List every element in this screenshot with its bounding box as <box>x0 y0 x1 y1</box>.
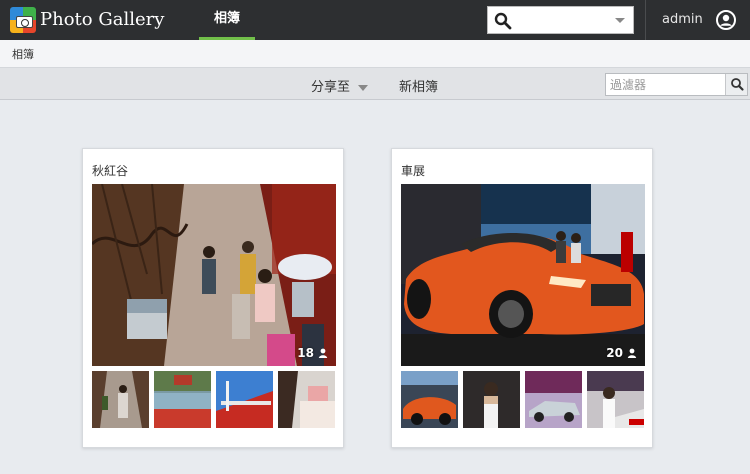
search-box[interactable] <box>487 6 634 34</box>
count-value: 18 <box>297 346 314 360</box>
filter-box[interactable] <box>605 73 748 96</box>
album-title[interactable]: 秋紅谷 <box>92 162 128 179</box>
album-thumbnails <box>92 371 336 428</box>
park-walkway-photo <box>92 184 336 366</box>
album-photo-count: 20 <box>606 346 637 360</box>
thumbnail-4[interactable] <box>278 371 335 428</box>
share-button[interactable]: 分享至 <box>311 76 369 95</box>
filter-search-icon <box>731 78 744 91</box>
thumbnail-1[interactable] <box>92 371 149 428</box>
thumbnail-3[interactable] <box>525 371 582 428</box>
search-input[interactable] <box>516 9 606 31</box>
person-icon <box>318 348 328 358</box>
search-dropdown-caret-icon[interactable] <box>615 18 625 23</box>
thumbnail-3[interactable] <box>216 371 273 428</box>
thumbnail-4[interactable] <box>587 371 644 428</box>
filter-input[interactable] <box>610 76 722 94</box>
breadcrumb-albums[interactable]: 相簿 <box>12 46 34 62</box>
breadcrumb: 相簿 <box>0 40 750 68</box>
person-icon <box>627 348 637 358</box>
album-cover-photo[interactable]: 18 <box>92 184 336 366</box>
user-name[interactable]: admin <box>662 12 703 27</box>
album-card-autumn-valley[interactable]: 秋紅谷 18 <box>82 148 344 448</box>
album-photo-count: 18 <box>297 346 328 360</box>
top-bar: Photo Gallery 相簿 admin <box>0 0 750 40</box>
thumbnail-2[interactable] <box>463 371 520 428</box>
album-thumbnails <box>401 371 645 428</box>
album-card-car-show[interactable]: 車展 20 <box>391 148 653 448</box>
app-title[interactable]: Photo Gallery <box>40 9 164 30</box>
tab-albums[interactable]: 相簿 <box>199 0 255 40</box>
count-value: 20 <box>606 346 623 360</box>
new-album-button[interactable]: 新相簿 <box>399 76 438 95</box>
user-account-icon[interactable] <box>716 10 736 30</box>
album-title[interactable]: 車展 <box>401 162 425 179</box>
thumbnail-1[interactable] <box>401 371 458 428</box>
thumbnail-2[interactable] <box>154 371 211 428</box>
orange-sports-car-photo <box>401 184 645 366</box>
topbar-divider <box>645 0 646 40</box>
share-label: 分享至 <box>311 80 351 95</box>
share-caret-icon <box>358 84 369 91</box>
filter-search-button[interactable] <box>725 74 747 95</box>
album-cover-photo[interactable]: 20 <box>401 184 645 366</box>
search-icon[interactable] <box>494 12 512 30</box>
photo-gallery-logo-icon[interactable] <box>10 7 36 33</box>
